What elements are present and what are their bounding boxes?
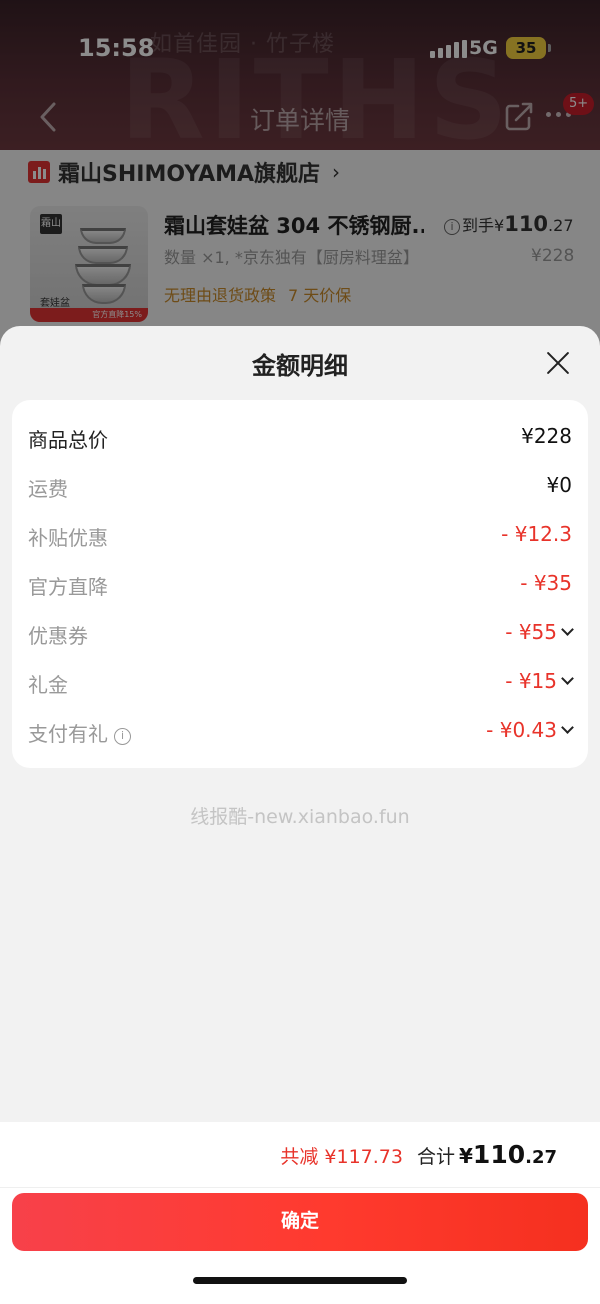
chevron-down-icon[interactable] bbox=[561, 622, 574, 636]
total-summary: 共减 ¥117.73 合计 ¥ 110 .27 bbox=[280, 1140, 557, 1169]
amount-detail-card: 商品总价 ¥228 运费 ¥0 补贴优惠 - ¥12.3 官方直降 - ¥35 … bbox=[12, 400, 588, 768]
row-coupon[interactable]: 优惠券 - ¥55 bbox=[28, 620, 574, 650]
total-label: 合计 bbox=[416, 1146, 455, 1168]
row-label: 补贴优惠 bbox=[28, 526, 108, 550]
row-value: ¥228 bbox=[521, 424, 572, 448]
confirm-button[interactable]: 确定 bbox=[12, 1193, 588, 1251]
chevron-down-icon[interactable] bbox=[561, 720, 574, 734]
sheet-title: 金额明细 bbox=[252, 352, 348, 380]
total-dec: .27 bbox=[525, 1147, 557, 1168]
row-value: - ¥12.3 bbox=[501, 522, 572, 546]
row-payment-gift[interactable]: 支付有礼 i - ¥0.43 bbox=[28, 718, 574, 748]
row-label: 优惠券 bbox=[28, 624, 88, 648]
row-label: 礼金 bbox=[28, 673, 68, 697]
row-goods-total: 商品总价 ¥228 bbox=[28, 424, 572, 454]
row-subsidy: 补贴优惠 - ¥12.3 bbox=[28, 522, 572, 552]
info-icon[interactable]: i bbox=[114, 728, 131, 745]
row-label: 运费 bbox=[28, 477, 68, 501]
total-yen: ¥ bbox=[459, 1144, 473, 1168]
row-value: - ¥55 bbox=[505, 620, 574, 644]
row-label: 官方直降 bbox=[28, 575, 108, 599]
row-official-discount: 官方直降 - ¥35 bbox=[28, 571, 572, 601]
row-value: - ¥0.43 bbox=[486, 718, 574, 742]
home-indicator[interactable] bbox=[193, 1277, 407, 1284]
row-shipping: 运费 ¥0 bbox=[28, 473, 572, 503]
divider bbox=[0, 1187, 600, 1188]
chevron-down-icon[interactable] bbox=[561, 671, 574, 685]
sheet-footer: 共减 ¥117.73 合计 ¥ 110 .27 确定 bbox=[0, 1122, 600, 1304]
row-value: - ¥15 bbox=[505, 669, 574, 693]
row-value: - ¥35 bbox=[520, 571, 572, 595]
watermark-text: 线报酷-new.xianbao.fun bbox=[190, 806, 410, 828]
row-label: 支付有礼 i bbox=[28, 718, 131, 747]
total-saved: 共减 ¥117.73 bbox=[280, 1146, 403, 1168]
row-value: ¥0 bbox=[546, 473, 572, 497]
total-int: 110 bbox=[472, 1140, 526, 1169]
close-icon[interactable] bbox=[545, 350, 571, 376]
row-gift-money[interactable]: 礼金 - ¥15 bbox=[28, 669, 574, 699]
row-label: 商品总价 bbox=[28, 428, 108, 452]
amount-detail-sheet: 金额明细 商品总价 ¥228 运费 ¥0 补贴优惠 - ¥12.3 官方直降 -… bbox=[0, 326, 600, 1304]
